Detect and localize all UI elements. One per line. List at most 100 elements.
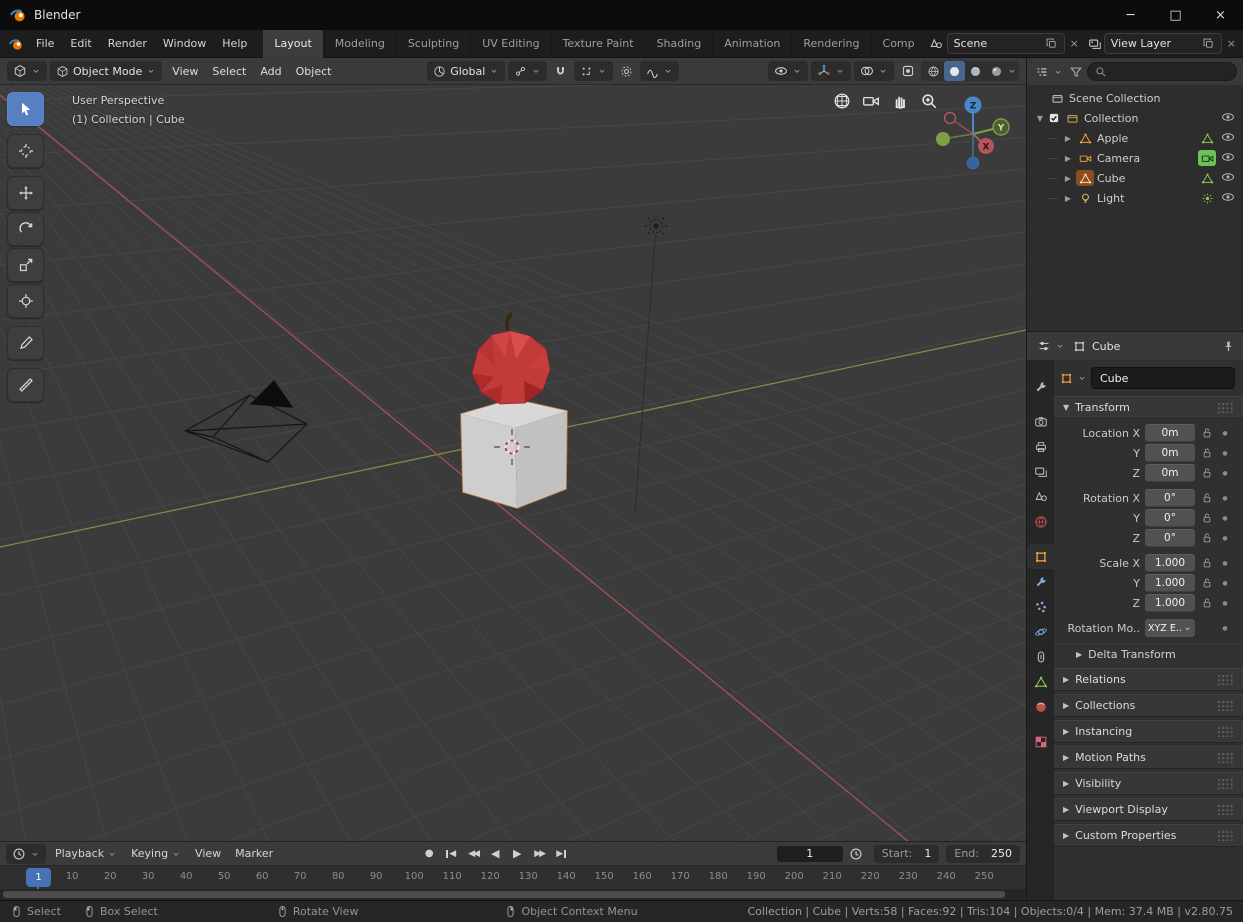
- lock-open-icon[interactable]: [1201, 492, 1213, 504]
- tool-scale-button[interactable]: [7, 248, 44, 282]
- rotation-mode-dropdown[interactable]: XYZ E..: [1145, 619, 1195, 637]
- eye-icon[interactable]: [1221, 170, 1235, 184]
- properties-editor-type-button[interactable]: [1035, 336, 1067, 356]
- view-layer-icon[interactable]: [1088, 37, 1102, 51]
- viewport-canvas[interactable]: Z YX: [0, 85, 1026, 841]
- editor-type-button[interactable]: [7, 61, 47, 81]
- scrollbar-thumb[interactable]: [3, 891, 1005, 898]
- transform-value-field[interactable]: 1.000: [1145, 554, 1195, 572]
- animate-dot-button[interactable]: ●: [1219, 430, 1231, 437]
- next-keyframe-button[interactable]: ▶▶: [530, 845, 548, 862]
- object-cube-icon[interactable]: [1060, 372, 1073, 385]
- outliner-search-input[interactable]: [1087, 62, 1237, 81]
- jump-to-end-button[interactable]: ▶: [552, 845, 570, 862]
- properties-tab-world[interactable]: [1027, 509, 1054, 534]
- properties-tab-tool[interactable]: [1027, 374, 1054, 399]
- visibility-dropdown[interactable]: [768, 61, 808, 81]
- eye-icon[interactable]: [1221, 110, 1235, 124]
- properties-tab-viewlayer[interactable]: [1027, 459, 1054, 484]
- filter-funnel-icon[interactable]: [1069, 65, 1083, 79]
- properties-tab-modifier[interactable]: [1027, 569, 1054, 594]
- outliner-row-camera[interactable]: ▶ Camera: [1027, 148, 1243, 168]
- wireframe-shading-button[interactable]: [923, 61, 944, 81]
- properties-tab-particles[interactable]: [1027, 594, 1054, 619]
- viewport-menu-view[interactable]: View: [165, 62, 205, 81]
- frame-start-field[interactable]: Start: 1: [873, 844, 940, 863]
- animate-dot-button[interactable]: ●: [1219, 515, 1231, 522]
- eye-icon[interactable]: [1221, 130, 1235, 144]
- menu-render[interactable]: Render: [100, 33, 155, 54]
- transform-value-field[interactable]: 0m: [1145, 444, 1195, 462]
- camera-data-icon[interactable]: [1201, 152, 1214, 165]
- properties-tab-texture[interactable]: [1027, 729, 1054, 754]
- panel-motion-paths[interactable]: ▶ Motion Paths: [1054, 746, 1243, 769]
- panel-visibility[interactable]: ▶ Visibility: [1054, 772, 1243, 795]
- new-view-layer-icon[interactable]: [1202, 37, 1215, 50]
- timeline-ruler[interactable]: 1 10 20 30 40 50 60 70 80 90 100 110 120 130 140 150 16…: [0, 865, 1026, 889]
- properties-tab-material[interactable]: [1027, 694, 1054, 719]
- xray-toggle-button[interactable]: [897, 61, 918, 81]
- transform-value-field[interactable]: 0m: [1145, 464, 1195, 482]
- triangle-right-icon[interactable]: ▶: [1063, 134, 1073, 143]
- animate-dot-button[interactable]: ●: [1219, 470, 1231, 477]
- animate-dot-button[interactable]: ●: [1219, 580, 1231, 587]
- jump-to-start-button[interactable]: ◀: [442, 845, 460, 862]
- lock-open-icon[interactable]: [1201, 597, 1213, 609]
- properties-tab-physics[interactable]: [1027, 619, 1054, 644]
- animate-dot-button[interactable]: ●: [1219, 535, 1231, 542]
- solid-shading-button[interactable]: [944, 61, 965, 81]
- menu-file[interactable]: File: [28, 33, 62, 54]
- panel-instancing[interactable]: ▶ Instancing: [1054, 720, 1243, 743]
- outliner-row-apple[interactable]: ▶ Apple: [1027, 128, 1243, 148]
- panel-grip-handle[interactable]: [1217, 804, 1234, 815]
- scene-icon[interactable]: [929, 37, 943, 51]
- app-menu-button[interactable]: [4, 37, 28, 51]
- properties-tab-scene[interactable]: [1027, 484, 1054, 509]
- triangle-right-icon[interactable]: ▶: [1063, 154, 1073, 163]
- proportional-edit-button[interactable]: [616, 61, 637, 81]
- workspace-tab-shading[interactable]: Shading: [646, 29, 714, 58]
- rendered-shading-button[interactable]: [986, 61, 1007, 81]
- snap-toggle-button[interactable]: [550, 61, 571, 81]
- light-data-icon[interactable]: [1201, 192, 1214, 205]
- transform-value-field[interactable]: 0°: [1145, 489, 1195, 507]
- timeline-menu-view[interactable]: View: [188, 845, 228, 862]
- workspace-tab-sculpting[interactable]: Sculpting: [397, 29, 472, 58]
- lock-open-icon[interactable]: [1201, 577, 1213, 589]
- camera-view-icon[interactable]: [862, 92, 880, 110]
- orthographic-grid-icon[interactable]: [833, 92, 851, 110]
- transform-value-field[interactable]: 0°: [1145, 509, 1195, 527]
- object-name-input[interactable]: Cube: [1091, 367, 1235, 389]
- menu-window[interactable]: Window: [155, 33, 214, 54]
- workspace-tab-comp[interactable]: Comp: [872, 30, 923, 58]
- tool-select-box-button[interactable]: [7, 92, 44, 126]
- close-button[interactable]: ×: [1198, 0, 1243, 30]
- lock-open-icon[interactable]: [1201, 427, 1213, 439]
- panel-viewport-display[interactable]: ▶ Viewport Display: [1054, 798, 1243, 821]
- overlays-dropdown[interactable]: [854, 61, 894, 81]
- panel-relations[interactable]: ▶ Relations: [1054, 668, 1243, 691]
- menu-help[interactable]: Help: [214, 33, 255, 54]
- triangle-right-icon[interactable]: ▶: [1063, 174, 1073, 183]
- workspace-tab-animation[interactable]: Animation: [713, 29, 793, 58]
- timeline-scrollbar[interactable]: [0, 889, 1026, 900]
- lock-open-icon[interactable]: [1201, 512, 1213, 524]
- triangle-down-icon[interactable]: ▼: [1035, 114, 1045, 123]
- lock-open-icon[interactable]: [1201, 532, 1213, 544]
- checkbox-checked-icon[interactable]: [1048, 112, 1060, 124]
- timeline-editor-type-button[interactable]: [6, 843, 46, 864]
- playhead[interactable]: 1: [26, 868, 51, 887]
- material-shading-button[interactable]: [965, 61, 986, 81]
- tool-annotate-button[interactable]: [7, 326, 44, 360]
- use-preview-range-button[interactable]: [846, 844, 867, 864]
- timeline-menu-playback[interactable]: Playback: [48, 845, 124, 862]
- 3d-viewport[interactable]: Z YX User Perspective (1) Collection | Cu…: [0, 85, 1026, 841]
- animate-dot-button[interactable]: ●: [1219, 560, 1231, 567]
- pivot-point-dropdown[interactable]: [508, 61, 548, 81]
- viewport-menu-add[interactable]: Add: [253, 62, 288, 81]
- panel-grip-handle[interactable]: [1217, 778, 1234, 789]
- properties-tab-object[interactable]: [1027, 544, 1054, 569]
- frame-end-field[interactable]: End: 250: [946, 844, 1020, 863]
- panel-grip-handle[interactable]: [1217, 700, 1234, 711]
- mesh-data-icon[interactable]: [1201, 132, 1214, 145]
